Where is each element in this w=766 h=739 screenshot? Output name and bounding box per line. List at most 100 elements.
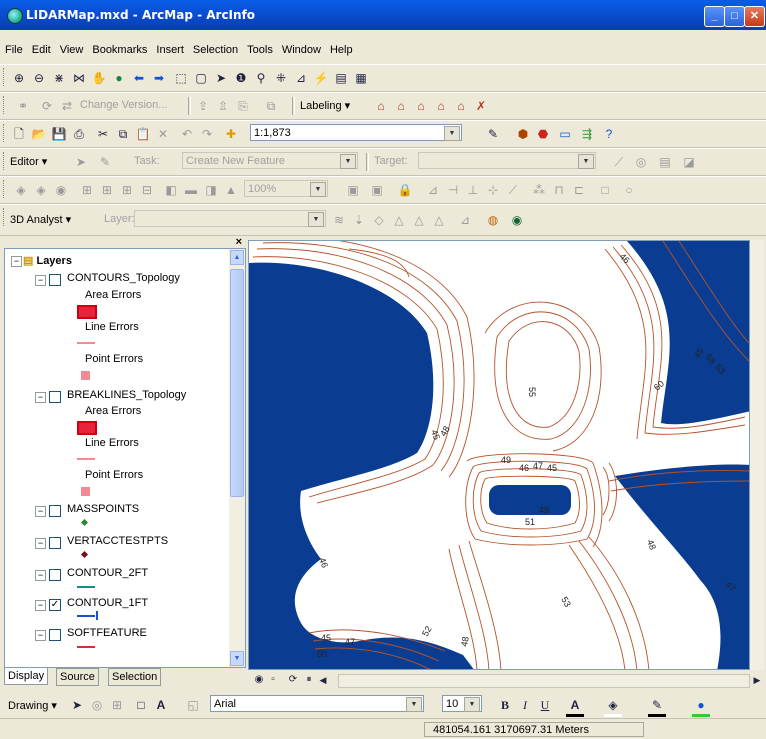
map-horizontal-scrollbar[interactable]: [338, 674, 750, 688]
toolbar-grip[interactable]: [3, 124, 7, 142]
whats-this-icon[interactable]: ?: [600, 125, 618, 143]
cogo-icon[interactable]: ⊿: [424, 181, 442, 199]
label-weight-icon[interactable]: ⌂: [412, 97, 430, 115]
layer-breaklines-topology[interactable]: BREAKLINES_Topology: [67, 389, 186, 401]
html-popup-icon[interactable]: ▤: [332, 69, 350, 87]
rotate-tool-icon[interactable]: ◎: [632, 153, 650, 171]
rotate-icon[interactable]: ◎: [88, 696, 106, 714]
full-extent-icon[interactable]: ●: [110, 69, 128, 87]
hyperlink-icon[interactable]: ⚡: [312, 69, 330, 87]
close-icon[interactable]: ×: [236, 236, 242, 248]
circle-tool-icon[interactable]: ○: [620, 181, 638, 199]
change-version-button[interactable]: Change Version...: [80, 99, 167, 111]
zoom-percent-field[interactable]: 100% ▼: [244, 180, 328, 197]
chevron-down-icon[interactable]: ▼: [444, 126, 460, 141]
zoom-in-icon[interactable]: ⊕: [10, 69, 28, 87]
copy-icon[interactable]: ⧉: [114, 125, 132, 143]
tangent-tool-icon[interactable]: ⟋: [504, 181, 522, 199]
toolbar-grip[interactable]: [3, 96, 7, 114]
target-dropdown[interactable]: ▼: [418, 152, 596, 169]
tab-selection[interactable]: Selection: [108, 668, 162, 686]
modelbuilder-icon[interactable]: ⇶: [578, 125, 596, 143]
callout-icon[interactable]: ◱: [184, 696, 202, 714]
identify-icon[interactable]: ❶: [232, 69, 250, 87]
interpolate-polygon-icon[interactable]: △: [430, 211, 448, 229]
command-line-icon[interactable]: ▭: [556, 125, 574, 143]
measure-icon[interactable]: ⊿: [292, 69, 310, 87]
layer-checkbox[interactable]: [49, 569, 61, 581]
cut-icon[interactable]: ✂: [94, 125, 112, 143]
labeling-menu[interactable]: Labeling ▾: [300, 99, 350, 112]
line-tool-icon[interactable]: ⊣: [444, 181, 462, 199]
arcglobe-icon[interactable]: ◉: [508, 211, 526, 229]
collapse-icon[interactable]: −: [35, 600, 46, 611]
attributes-icon[interactable]: ▤: [656, 153, 674, 171]
fill-color-icon[interactable]: ◈: [604, 696, 622, 717]
view-unplaced-icon[interactable]: ✗: [472, 97, 490, 115]
time-slider-icon[interactable]: ▦: [352, 69, 370, 87]
collapse-icon[interactable]: −: [35, 570, 46, 581]
new-polygon-icon[interactable]: ▲: [222, 181, 240, 199]
new-document-icon[interactable]: 🗋: [10, 125, 28, 143]
undo-icon[interactable]: ↶: [178, 125, 196, 143]
split-line-icon[interactable]: ⁂: [530, 181, 548, 199]
close-button[interactable]: ✕: [744, 6, 765, 27]
font-color-icon[interactable]: A: [566, 696, 584, 717]
interpolate-line-icon[interactable]: △: [410, 211, 428, 229]
menu-window[interactable]: Window: [277, 40, 325, 56]
raster-trace-icon[interactable]: ▣: [368, 181, 386, 199]
layout-view-icon[interactable]: ▫: [264, 671, 282, 689]
go-to-xy-icon[interactable]: ⁜: [272, 69, 290, 87]
lock-labels-icon[interactable]: ⌂: [432, 97, 450, 115]
zoom-out-icon[interactable]: ⊖: [30, 69, 48, 87]
paste-icon[interactable]: 📋: [134, 125, 152, 143]
layer-contours-topology[interactable]: CONTOURS_Topology: [67, 272, 180, 284]
map-view[interactable]: 46 45 60 55 45 48 49 46 47 45 49 51 48 4…: [248, 240, 750, 670]
new-text-icon[interactable]: A: [152, 696, 170, 714]
validate-extent-icon[interactable]: ⊞: [78, 181, 96, 199]
error-inspector-icon[interactable]: ◧: [162, 181, 180, 199]
underline-icon[interactable]: U: [536, 696, 554, 714]
select-features-icon[interactable]: ⬚: [172, 69, 190, 87]
italic-icon[interactable]: I: [516, 696, 534, 714]
reconcile-icon[interactable]: ⇄: [58, 97, 76, 115]
sketch-tool-icon[interactable]: ✎: [96, 153, 114, 171]
lock-icon[interactable]: 🔒: [396, 181, 414, 199]
redo-icon[interactable]: ↷: [198, 125, 216, 143]
arccatalog-icon[interactable]: ⬣: [534, 125, 552, 143]
layer-checkbox[interactable]: [49, 629, 61, 641]
menu-tools[interactable]: Tools: [242, 40, 277, 56]
chevron-down-icon[interactable]: ▼: [464, 697, 480, 712]
menu-bookmarks[interactable]: Bookmarks: [87, 40, 151, 56]
chevron-down-icon[interactable]: ▼: [308, 212, 324, 227]
task-dropdown[interactable]: Create New Feature ▼: [182, 152, 358, 169]
toolbar-grip[interactable]: [3, 68, 7, 86]
font-size-dropdown[interactable]: 10 ▼: [442, 695, 482, 712]
save-icon[interactable]: 💾: [50, 125, 68, 143]
toolbar-grip[interactable]: [3, 208, 7, 226]
collapse-icon[interactable]: −: [35, 506, 46, 517]
3d-analyst-menu[interactable]: 3D Analyst ▾: [10, 213, 71, 226]
print-icon[interactable]: ⎙: [70, 125, 88, 143]
find-icon[interactable]: ⚲: [252, 69, 270, 87]
bold-icon[interactable]: B: [496, 696, 514, 714]
clear-selection-icon[interactable]: ▢: [192, 69, 210, 87]
collapse-icon[interactable]: −: [11, 256, 22, 267]
curve-tool-icon[interactable]: ⊹: [484, 181, 502, 199]
validate-selection-icon[interactable]: ⊞: [98, 181, 116, 199]
construct-features-icon[interactable]: ▬: [182, 181, 200, 199]
maximize-button[interactable]: □: [724, 6, 745, 27]
layer-softfeature[interactable]: SOFTFEATURE: [67, 627, 147, 639]
scrollbar-thumb[interactable]: [230, 269, 244, 497]
edit-tool-icon[interactable]: ➤: [72, 153, 90, 171]
scroll-down-icon[interactable]: ▼: [230, 651, 244, 666]
layers-root[interactable]: ▤ Layers: [23, 254, 72, 267]
layer-checkbox[interactable]: [49, 537, 61, 549]
connect-icon[interactable]: ⚭: [14, 97, 32, 115]
validate-all-icon[interactable]: ⊞: [118, 181, 136, 199]
profile-graph-icon[interactable]: ⊿: [456, 211, 474, 229]
sketch-properties-icon[interactable]: ◪: [680, 153, 698, 171]
show-shared-icon[interactable]: ◉: [52, 181, 70, 199]
layer-contour-2ft[interactable]: CONTOUR_2FT: [67, 567, 148, 579]
collapse-icon[interactable]: −: [35, 538, 46, 549]
